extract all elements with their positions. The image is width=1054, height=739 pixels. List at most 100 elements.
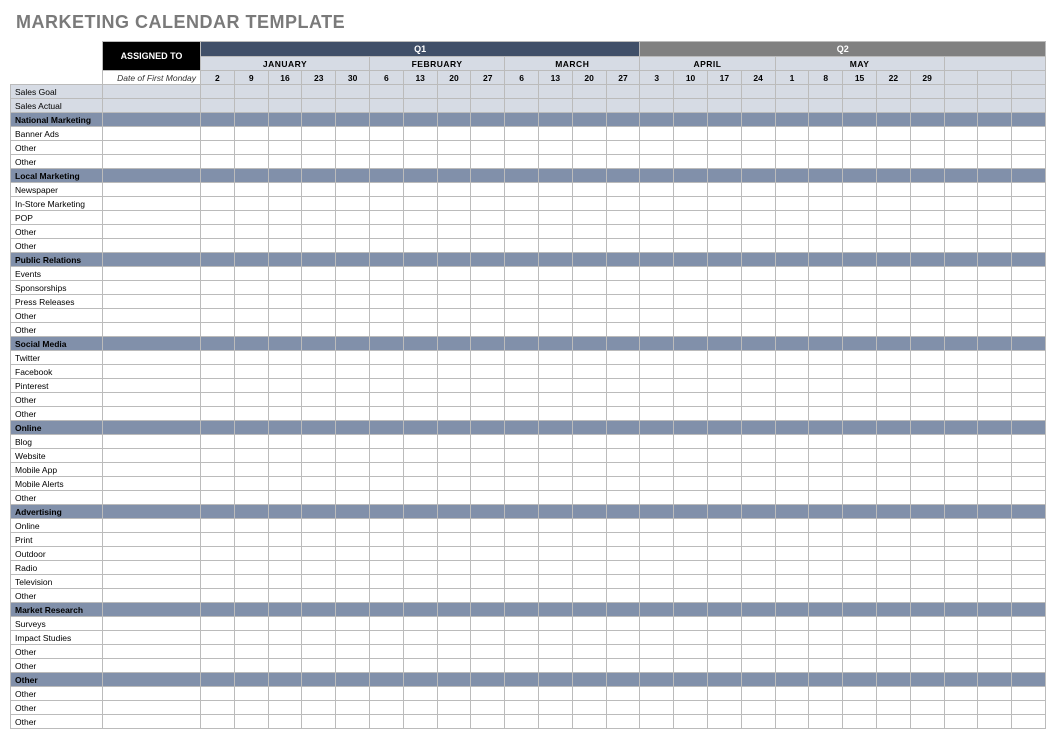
data-cell[interactable] — [302, 127, 336, 141]
data-cell[interactable] — [538, 547, 572, 561]
data-cell[interactable] — [505, 589, 539, 603]
data-cell[interactable] — [234, 379, 268, 393]
data-cell[interactable] — [505, 631, 539, 645]
data-cell[interactable] — [640, 617, 674, 631]
data-cell[interactable] — [437, 631, 471, 645]
data-cell[interactable] — [674, 155, 708, 169]
data-cell[interactable] — [944, 155, 978, 169]
data-cell[interactable] — [775, 183, 809, 197]
data-cell[interactable] — [1012, 659, 1046, 673]
data-cell[interactable] — [572, 99, 606, 113]
data-cell[interactable] — [302, 323, 336, 337]
data-cell[interactable] — [674, 85, 708, 99]
data-cell[interactable] — [707, 435, 741, 449]
data-cell[interactable] — [843, 519, 877, 533]
data-cell[interactable] — [606, 519, 640, 533]
data-cell[interactable] — [302, 365, 336, 379]
data-cell[interactable] — [302, 631, 336, 645]
data-cell[interactable] — [707, 85, 741, 99]
data-cell[interactable] — [910, 183, 944, 197]
data-cell[interactable] — [403, 379, 437, 393]
data-cell[interactable] — [640, 589, 674, 603]
data-cell[interactable] — [843, 589, 877, 603]
data-cell[interactable] — [876, 379, 910, 393]
data-cell[interactable] — [201, 631, 235, 645]
data-cell[interactable] — [707, 617, 741, 631]
data-cell[interactable] — [876, 393, 910, 407]
data-cell[interactable] — [978, 183, 1012, 197]
data-cell[interactable] — [538, 379, 572, 393]
data-cell[interactable] — [234, 533, 268, 547]
data-cell[interactable] — [302, 533, 336, 547]
data-cell[interactable] — [234, 309, 268, 323]
data-cell[interactable] — [1012, 379, 1046, 393]
data-cell[interactable] — [707, 631, 741, 645]
data-cell[interactable] — [437, 155, 471, 169]
data-cell[interactable] — [843, 659, 877, 673]
data-cell[interactable] — [538, 519, 572, 533]
data-cell[interactable] — [437, 211, 471, 225]
data-cell[interactable] — [640, 323, 674, 337]
data-cell[interactable] — [606, 477, 640, 491]
data-cell[interactable] — [809, 127, 843, 141]
data-cell[interactable] — [640, 155, 674, 169]
data-cell[interactable] — [505, 561, 539, 575]
data-cell[interactable] — [876, 715, 910, 729]
data-cell[interactable] — [876, 295, 910, 309]
data-cell[interactable] — [572, 617, 606, 631]
week-number[interactable]: 6 — [369, 71, 403, 85]
data-cell[interactable] — [336, 309, 370, 323]
data-cell[interactable] — [910, 211, 944, 225]
data-cell[interactable] — [369, 239, 403, 253]
data-cell[interactable] — [403, 533, 437, 547]
data-cell[interactable] — [505, 407, 539, 421]
data-cell[interactable] — [809, 85, 843, 99]
data-cell[interactable] — [640, 687, 674, 701]
data-cell[interactable] — [268, 715, 302, 729]
data-cell[interactable] — [234, 323, 268, 337]
data-cell[interactable] — [369, 323, 403, 337]
data-cell[interactable] — [741, 617, 775, 631]
data-cell[interactable] — [302, 211, 336, 225]
data-cell[interactable] — [471, 491, 505, 505]
data-cell[interactable] — [944, 519, 978, 533]
data-cell[interactable] — [640, 659, 674, 673]
data-cell[interactable] — [201, 617, 235, 631]
assigned-cell[interactable] — [103, 309, 201, 323]
data-cell[interactable] — [336, 519, 370, 533]
assigned-cell[interactable] — [103, 491, 201, 505]
data-cell[interactable] — [978, 365, 1012, 379]
data-cell[interactable] — [538, 127, 572, 141]
data-cell[interactable] — [403, 477, 437, 491]
data-cell[interactable] — [978, 85, 1012, 99]
data-cell[interactable] — [606, 379, 640, 393]
data-cell[interactable] — [944, 407, 978, 421]
data-cell[interactable] — [876, 281, 910, 295]
data-cell[interactable] — [268, 295, 302, 309]
data-cell[interactable] — [809, 631, 843, 645]
data-cell[interactable] — [606, 449, 640, 463]
data-cell[interactable] — [403, 225, 437, 239]
data-cell[interactable] — [538, 141, 572, 155]
week-number[interactable]: 13 — [403, 71, 437, 85]
data-cell[interactable] — [978, 435, 1012, 449]
data-cell[interactable] — [640, 225, 674, 239]
data-cell[interactable] — [369, 715, 403, 729]
data-cell[interactable] — [505, 155, 539, 169]
data-cell[interactable] — [775, 645, 809, 659]
data-cell[interactable] — [437, 295, 471, 309]
data-cell[interactable] — [538, 589, 572, 603]
data-cell[interactable] — [944, 99, 978, 113]
data-cell[interactable] — [741, 449, 775, 463]
data-cell[interactable] — [234, 631, 268, 645]
data-cell[interactable] — [775, 85, 809, 99]
data-cell[interactable] — [302, 575, 336, 589]
data-cell[interactable] — [1012, 99, 1046, 113]
data-cell[interactable] — [437, 561, 471, 575]
data-cell[interactable] — [606, 309, 640, 323]
data-cell[interactable] — [876, 85, 910, 99]
data-cell[interactable] — [201, 99, 235, 113]
data-cell[interactable] — [978, 631, 1012, 645]
data-cell[interactable] — [910, 547, 944, 561]
data-cell[interactable] — [606, 351, 640, 365]
